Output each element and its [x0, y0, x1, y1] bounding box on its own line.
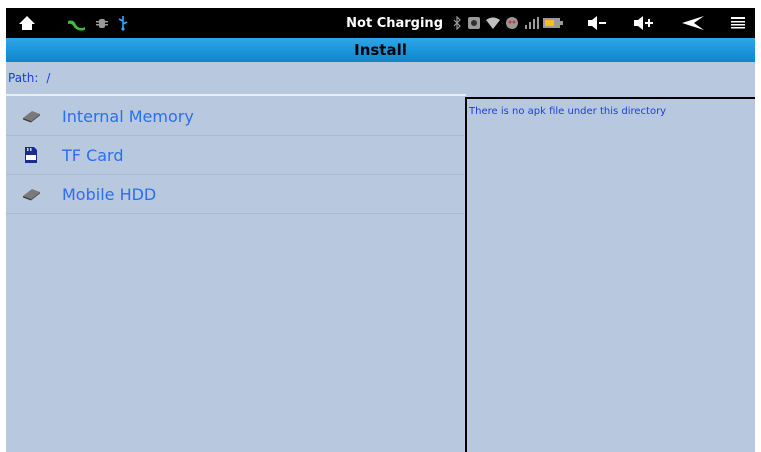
- path-row: Path: /: [6, 62, 757, 94]
- content-area: Path: / Internal Memory TF Card Mobile H…: [6, 62, 755, 452]
- drive-icon: [20, 183, 42, 205]
- empty-directory-message: There is no apk file under this director…: [469, 106, 667, 117]
- list-item-internal-memory[interactable]: Internal Memory: [6, 97, 464, 136]
- bluetooth-icon: [453, 16, 461, 30]
- home-icon[interactable]: [18, 14, 36, 32]
- game-icon: [505, 16, 519, 30]
- wifi-icon: [485, 16, 501, 30]
- signal-icon: [525, 17, 539, 29]
- title-bar: Install: [6, 38, 755, 62]
- menu-icon[interactable]: [731, 16, 745, 30]
- file-panel: There is no apk file under this director…: [465, 97, 755, 452]
- path-divider: [6, 94, 466, 96]
- top-strip: [0, 0, 761, 8]
- usb-icon: [118, 15, 128, 31]
- debug-icon: [96, 16, 108, 30]
- battery-icon: [543, 17, 563, 29]
- list-item-tf-card[interactable]: TF Card: [6, 136, 464, 175]
- back-icon[interactable]: [681, 15, 705, 31]
- list-item-label: Internal Memory: [62, 106, 194, 126]
- screen: Not Charging Install Path: / Internal Me…: [0, 0, 761, 452]
- drive-icon: [20, 105, 42, 127]
- status-bar-right: Not Charging: [346, 8, 755, 38]
- screenshot-icon: [467, 16, 481, 30]
- list-item-mobile-hdd[interactable]: Mobile HDD: [6, 175, 464, 214]
- app-notification-icon: [66, 15, 86, 31]
- volume-down-icon[interactable]: [587, 15, 607, 31]
- storage-list: Internal Memory TF Card Mobile HDD: [6, 97, 464, 214]
- list-item-label: TF Card: [62, 145, 124, 165]
- path-value: /: [46, 71, 51, 85]
- list-item-label: Mobile HDD: [62, 184, 157, 204]
- charging-status: Not Charging: [346, 15, 443, 31]
- sd-card-icon: [20, 144, 42, 166]
- path-label: Path:: [8, 71, 39, 85]
- status-bar-left: [6, 14, 128, 32]
- volume-up-icon[interactable]: [633, 15, 655, 31]
- page-title: Install: [354, 41, 407, 59]
- status-bar: Not Charging: [6, 8, 755, 38]
